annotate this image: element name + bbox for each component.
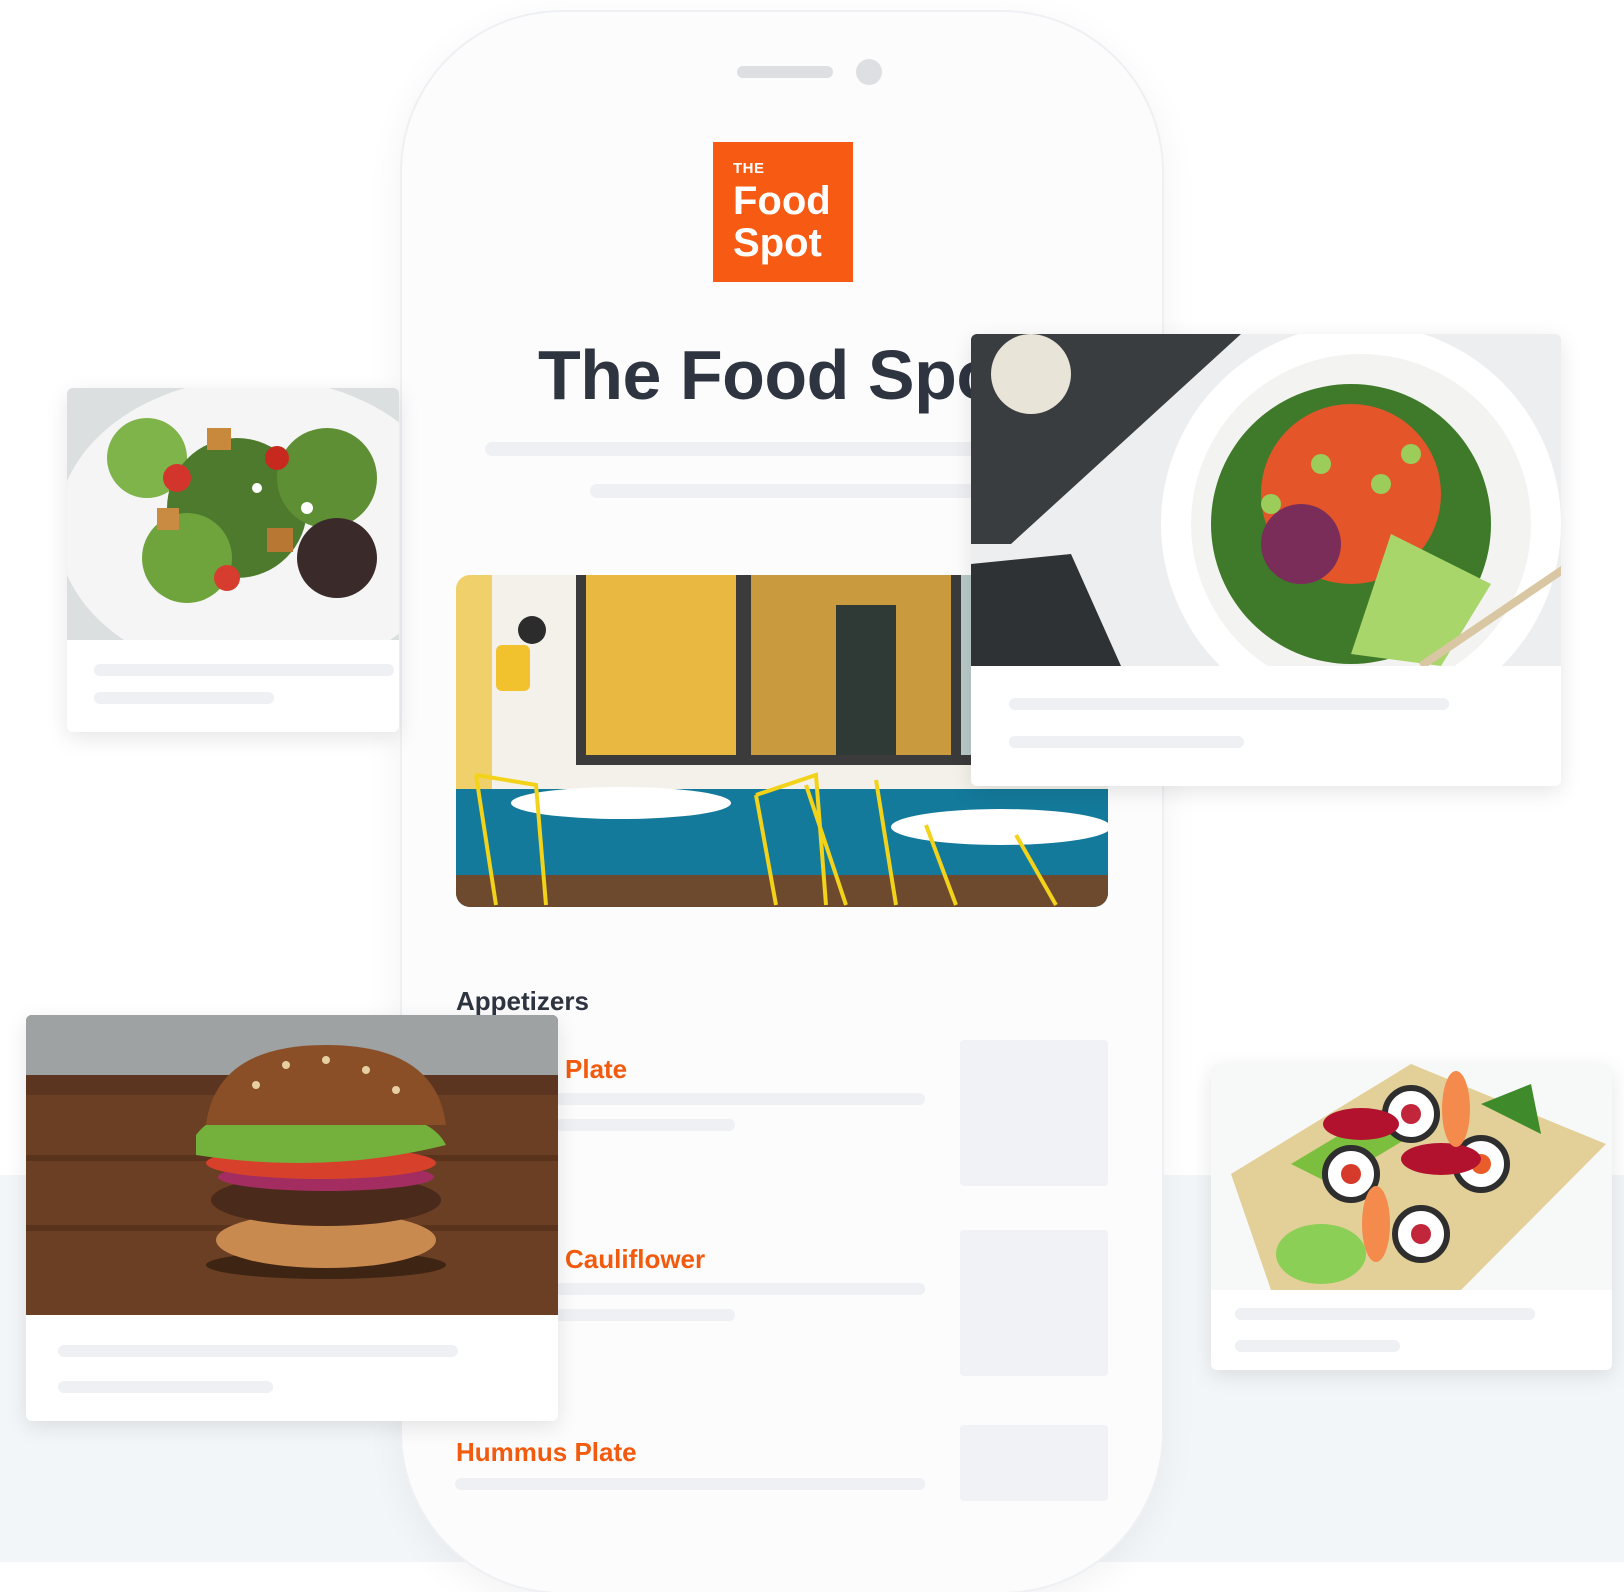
food-card-salad[interactable] — [67, 388, 399, 732]
card-text-placeholder — [58, 1381, 273, 1393]
menu-item-desc-placeholder — [555, 1119, 735, 1131]
menu-item-desc-placeholder — [555, 1309, 735, 1321]
menu-item-title[interactable]: Hummus Plate — [456, 1437, 637, 1468]
salad-image — [67, 388, 399, 640]
logo-word-food: Food — [733, 179, 831, 223]
menu-item-desc-placeholder — [555, 1093, 925, 1105]
menu-item-thumbnail[interactable] — [960, 1230, 1108, 1376]
card-text-placeholder — [1235, 1340, 1400, 1352]
card-text-placeholder — [94, 692, 274, 704]
phone-speaker-icon — [737, 66, 833, 78]
card-text-placeholder — [1009, 698, 1449, 710]
card-text-placeholder — [58, 1345, 458, 1357]
burger-image — [26, 1015, 558, 1315]
menu-item-desc-placeholder — [455, 1478, 925, 1490]
menu-item-title[interactable]: Plate — [565, 1054, 627, 1085]
menu-item-title[interactable]: Cauliflower — [565, 1244, 705, 1275]
card-text-placeholder — [1009, 736, 1244, 748]
logo-word-spot: Spot — [733, 221, 822, 265]
food-card-sushi[interactable] — [1211, 1064, 1612, 1370]
phone-camera-icon — [856, 59, 882, 85]
card-text-placeholder — [1235, 1308, 1535, 1320]
menu-item-thumbnail[interactable] — [960, 1425, 1108, 1501]
menu-item-thumbnail[interactable] — [960, 1040, 1108, 1186]
food-card-burger[interactable] — [26, 1015, 558, 1421]
menu-item-desc-placeholder — [555, 1283, 925, 1295]
food-card-poke-bowl[interactable] — [971, 334, 1561, 786]
page-title: The Food Spot — [538, 336, 1022, 414]
poke-bowl-image — [971, 334, 1561, 666]
card-text-placeholder — [94, 664, 394, 676]
description-placeholder-2 — [590, 484, 990, 498]
brand-logo: THE Food Spot — [713, 142, 853, 282]
sushi-image — [1211, 1064, 1612, 1290]
logo-the: THE — [733, 160, 765, 177]
section-title-appetizers: Appetizers — [456, 986, 589, 1016]
